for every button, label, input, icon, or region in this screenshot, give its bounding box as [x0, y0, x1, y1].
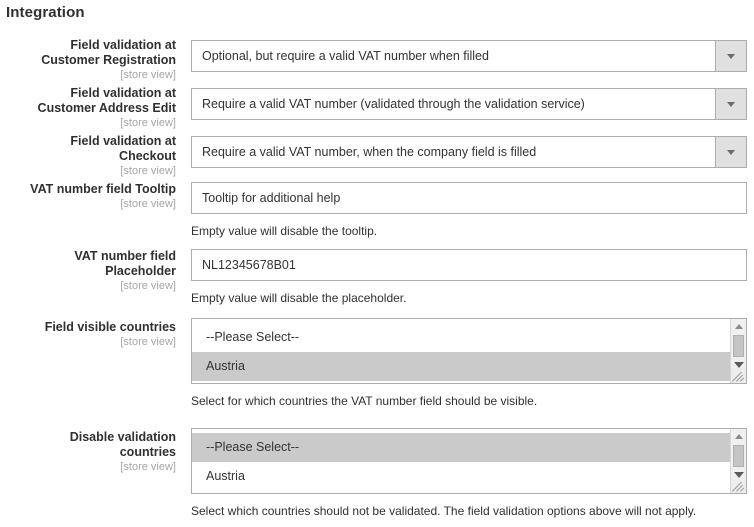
- input-value: Tooltip for additional help: [202, 191, 341, 205]
- field-label-disable-validation-countries: Disable validation countries [store view…: [0, 430, 176, 474]
- label-line-1: Disable validation: [69, 430, 176, 444]
- select-value: Require a valid VAT number, when the com…: [202, 145, 537, 159]
- label-line-2: Customer Address Edit: [37, 101, 176, 115]
- label-line-2: countries: [119, 445, 176, 459]
- input-value: NL12345678B01: [202, 258, 296, 272]
- list-item[interactable]: --Please Select--: [192, 323, 730, 352]
- scope-label: [store view]: [120, 165, 176, 177]
- select-value: Optional, but require a valid VAT number…: [202, 49, 489, 63]
- list-item[interactable]: Austria: [192, 352, 730, 381]
- list-item[interactable]: Austria: [192, 462, 730, 491]
- vat-tooltip-note: Empty value will disable the tooltip.: [191, 224, 378, 238]
- scope-label: [store view]: [120, 198, 176, 210]
- scope-label: [store view]: [120, 69, 176, 81]
- multiselect-options-viewport: --Please Select-- Austria: [192, 429, 730, 493]
- select-value: Require a valid VAT number (validated th…: [202, 97, 585, 111]
- page-title: Integration: [6, 4, 85, 21]
- visible-countries-note: Select for which countries the VAT numbe…: [191, 394, 538, 408]
- multiselect-options-viewport: --Please Select-- Austria: [192, 319, 730, 383]
- list-item[interactable]: --Please Select--: [192, 433, 730, 462]
- disable-validation-countries-note: Select which countries should not be val…: [191, 504, 697, 518]
- field-label-visible-countries: Field visible countries [store view]: [0, 320, 176, 349]
- field-control-vat-tooltip: Tooltip for additional help Empty value …: [191, 182, 747, 238]
- field-label-customer-registration: Field validation at Customer Registratio…: [0, 38, 176, 82]
- scrollbar-thumb[interactable]: [733, 445, 744, 467]
- scope-label: [store view]: [120, 461, 176, 473]
- chevron-down-icon[interactable]: [715, 137, 746, 167]
- field-control-customer-registration: Optional, but require a valid VAT number…: [191, 40, 747, 72]
- scroll-up-arrow-icon[interactable]: [731, 319, 746, 334]
- label-line-2: Customer Registration: [41, 53, 176, 67]
- field-label-customer-address-edit: Field validation at Customer Address Edi…: [0, 86, 176, 130]
- label-line-1: VAT number field Tooltip: [30, 182, 176, 196]
- label-line-1: Field validation at: [70, 86, 176, 100]
- field-label-vat-placeholder: VAT number field Placeholder [store view…: [0, 249, 176, 293]
- resize-grip-icon[interactable]: [731, 478, 746, 493]
- field-label-vat-tooltip: VAT number field Tooltip [store view]: [0, 182, 176, 211]
- scope-label: [store view]: [120, 336, 176, 348]
- vat-placeholder-note: Empty value will disable the placeholder…: [191, 291, 407, 305]
- field-control-vat-placeholder: NL12345678B01 Empty value will disable t…: [191, 249, 747, 305]
- select-checkout[interactable]: Require a valid VAT number, when the com…: [191, 136, 747, 168]
- select-customer-registration[interactable]: Optional, but require a valid VAT number…: [191, 40, 747, 72]
- multiselect-visible-countries[interactable]: --Please Select-- Austria: [191, 318, 747, 384]
- label-line-1: Field visible countries: [44, 320, 176, 334]
- chevron-down-icon[interactable]: [715, 89, 746, 119]
- field-label-checkout: Field validation at Checkout [store view…: [0, 134, 176, 178]
- vat-tooltip-input[interactable]: Tooltip for additional help: [191, 182, 747, 214]
- scope-label: [store view]: [120, 280, 176, 292]
- resize-grip-icon[interactable]: [731, 368, 746, 383]
- multiselect-option-list: --Please Select-- Austria: [192, 319, 730, 381]
- vat-placeholder-input[interactable]: NL12345678B01: [191, 249, 747, 281]
- integration-settings-page: Integration Field validation at Customer…: [0, 0, 754, 527]
- label-line-1: Field validation at: [70, 134, 176, 148]
- label-line-2: Checkout: [119, 149, 176, 163]
- chevron-down-icon[interactable]: [715, 41, 746, 71]
- multiselect-disable-validation-countries[interactable]: --Please Select-- Austria: [191, 428, 747, 494]
- scroll-up-arrow-icon[interactable]: [731, 429, 746, 444]
- field-control-customer-address-edit: Require a valid VAT number (validated th…: [191, 88, 747, 120]
- scrollbar-thumb[interactable]: [733, 335, 744, 357]
- label-line-2: Placeholder: [105, 264, 176, 278]
- select-customer-address-edit[interactable]: Require a valid VAT number (validated th…: [191, 88, 747, 120]
- label-line-1: VAT number field: [74, 249, 176, 263]
- field-control-checkout: Require a valid VAT number, when the com…: [191, 136, 747, 168]
- multiselect-option-list: --Please Select-- Austria: [192, 429, 730, 491]
- field-control-disable-validation-countries: --Please Select-- Austria Select which c…: [191, 428, 747, 518]
- scope-label: [store view]: [120, 117, 176, 129]
- label-line-1: Field validation at: [70, 38, 176, 52]
- field-control-visible-countries: --Please Select-- Austria Select for whi…: [191, 318, 747, 408]
